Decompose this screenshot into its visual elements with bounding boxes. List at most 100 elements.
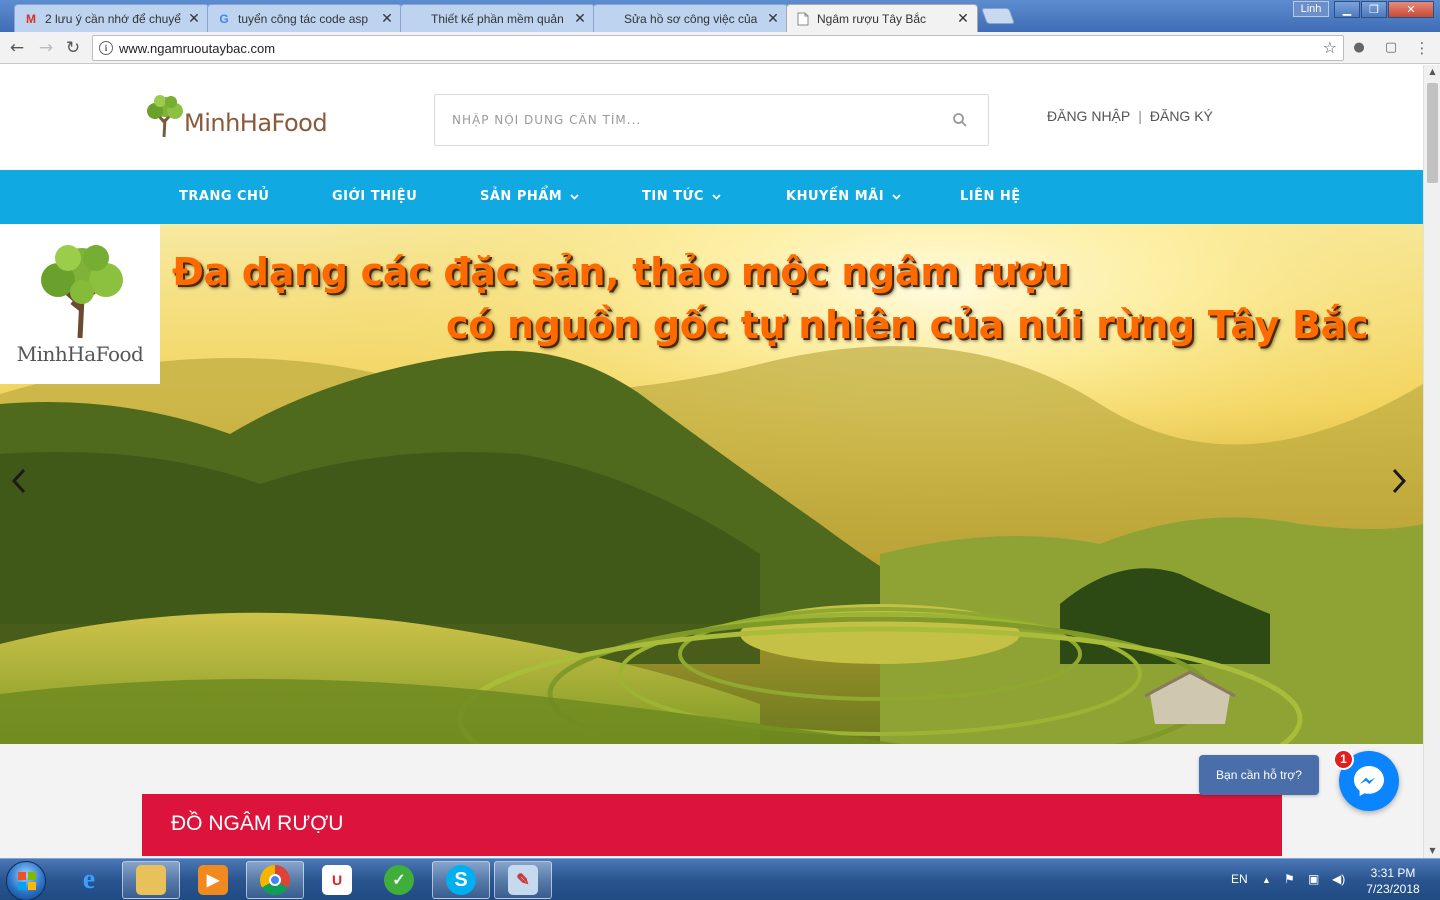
taskbar-paint[interactable]: ✎ bbox=[494, 861, 552, 899]
close-tab-icon[interactable]: ✕ bbox=[186, 10, 202, 27]
volume-icon[interactable]: ◀) bbox=[1332, 872, 1345, 886]
site-logo[interactable]: MinhHaFood bbox=[144, 93, 328, 139]
page-viewport: MinhHaFood ĐĂNG NHẬP | ĐĂNG KÝ TRANG CHỦ… bbox=[0, 65, 1423, 858]
language-indicator[interactable]: EN bbox=[1231, 872, 1248, 886]
internet-explorer-icon: e bbox=[82, 864, 96, 895]
nav-item-about[interactable]: GIỚI THIỆU bbox=[332, 170, 417, 224]
extension-icon[interactable]: ▢ bbox=[1382, 39, 1400, 57]
rice-terrace-landscape-image bbox=[0, 224, 1423, 744]
tree-logo-icon bbox=[147, 95, 183, 138]
messenger-icon bbox=[1354, 766, 1384, 796]
network-icon[interactable]: ▣ bbox=[1308, 872, 1319, 886]
tab-title: Thiết kế phần mềm quản bbox=[431, 11, 564, 26]
forward-icon[interactable]: → bbox=[35, 37, 57, 59]
gmail-icon: M bbox=[26, 11, 36, 26]
google-icon: G bbox=[219, 11, 229, 26]
taskbar-chrome[interactable] bbox=[246, 861, 304, 899]
profile-button[interactable]: Linh bbox=[1293, 1, 1329, 17]
page-scrollbar[interactable]: ▲ ▼ bbox=[1423, 65, 1440, 858]
start-button[interactable] bbox=[6, 861, 46, 900]
close-tab-icon[interactable]: ✕ bbox=[379, 10, 395, 27]
system-clock[interactable]: 3:31 PM 7/23/2018 bbox=[1358, 865, 1428, 897]
slider-prev-arrow-icon[interactable] bbox=[4, 464, 34, 498]
action-center-icon[interactable]: ⚑ bbox=[1284, 872, 1295, 886]
paint-icon: ✎ bbox=[508, 865, 538, 895]
logo-text: MinhHaFood bbox=[184, 109, 328, 137]
support-chat-button[interactable]: Bạn cần hỗ trợ? bbox=[1199, 755, 1319, 795]
browser-toolbar: ← → ↻ i www.ngamruoutaybac.com ☆ ● ▢ ⋮ bbox=[0, 32, 1440, 64]
close-tab-icon[interactable]: ✕ bbox=[572, 10, 588, 27]
browser-tab[interactable]: Sửa hồ sơ công việc của ✕ bbox=[593, 4, 788, 32]
scroll-down-icon[interactable]: ▼ bbox=[1424, 844, 1440, 858]
page-icon bbox=[795, 11, 811, 27]
info-icon[interactable]: i bbox=[99, 41, 113, 55]
badge-logo-text: MinhHaFood bbox=[16, 342, 144, 366]
reload-icon[interactable]: ↻ bbox=[62, 37, 84, 59]
minimize-button[interactable]: ▁ bbox=[1334, 1, 1360, 18]
nav-label: TIN TỨC bbox=[642, 189, 704, 204]
folder-icon bbox=[136, 865, 166, 895]
register-link[interactable]: ĐĂNG KÝ bbox=[1150, 108, 1213, 124]
browser-tab-strip: M 2 lưu ý cần nhớ để chuyể ✕ G tuyển côn… bbox=[0, 0, 1440, 32]
nav-item-contact[interactable]: LIÊN HỆ bbox=[960, 170, 1021, 224]
taskbar-app[interactable]: ✓ bbox=[370, 861, 428, 899]
scrollbar-thumb[interactable] bbox=[1427, 83, 1438, 183]
browser-tab[interactable]: Thiết kế phần mềm quản ✕ bbox=[400, 4, 595, 32]
tab-title: Ngâm rượu Tây Bắc bbox=[817, 11, 927, 26]
upwork-icon bbox=[602, 11, 618, 27]
green-app-icon: ✓ bbox=[384, 865, 414, 895]
new-tab-button[interactable] bbox=[981, 8, 1015, 24]
close-tab-icon[interactable]: ✕ bbox=[765, 10, 781, 27]
slider-next-arrow-icon[interactable] bbox=[1384, 464, 1414, 498]
browser-tab[interactable]: G tuyển công tác code asp ✕ bbox=[207, 4, 402, 32]
main-navigation: TRANG CHỦ GIỚI THIỆU SẢN PHẨM TIN TỨC KH… bbox=[0, 170, 1423, 224]
scroll-up-icon[interactable]: ▲ bbox=[1424, 65, 1440, 79]
address-url[interactable]: www.ngamruoutaybac.com bbox=[119, 41, 275, 56]
tray-expand-icon[interactable]: ▲ bbox=[1262, 875, 1271, 885]
bookmark-star-icon[interactable]: ☆ bbox=[1323, 38, 1337, 57]
search-input[interactable] bbox=[436, 96, 936, 144]
taskbar-skype[interactable]: S bbox=[432, 861, 490, 899]
browser-tab[interactable]: M 2 lưu ý cần nhớ để chuyể ✕ bbox=[14, 4, 209, 32]
unikey-icon: U bbox=[322, 865, 352, 895]
nav-label: LIÊN HỆ bbox=[960, 189, 1021, 204]
windows-logo-icon bbox=[18, 872, 36, 890]
tree-logo-icon bbox=[41, 245, 123, 339]
taskbar-internet-explorer[interactable]: e bbox=[60, 861, 118, 899]
tab-title: 2 lưu ý cần nhớ để chuyể bbox=[45, 11, 181, 26]
banner-headline-line1: Đa dạng các đặc sản, thảo mộc ngâm rượu bbox=[172, 250, 1071, 294]
taskbar-file-explorer[interactable] bbox=[122, 861, 180, 899]
media-player-icon: ▶ bbox=[198, 865, 228, 895]
tab-title: tuyển công tác code asp bbox=[238, 11, 369, 26]
menu-icon[interactable]: ⋮ bbox=[1413, 39, 1431, 57]
nav-item-products[interactable]: SẢN PHẨM bbox=[480, 170, 579, 224]
nav-item-promotions[interactable]: KHUYẾN MÃI bbox=[786, 170, 901, 224]
search-icon[interactable] bbox=[952, 112, 968, 128]
site-header: MinhHaFood ĐĂNG NHẬP | ĐĂNG KÝ bbox=[0, 65, 1423, 170]
back-icon[interactable]: ← bbox=[6, 37, 28, 59]
taskbar-media-player[interactable]: ▶ bbox=[184, 861, 242, 899]
tab-title: Sửa hồ sơ công việc của bbox=[624, 11, 758, 26]
nav-label: SẢN PHẨM bbox=[480, 189, 563, 204]
browser-tab-active[interactable]: Ngâm rượu Tây Bắc ✕ bbox=[786, 4, 978, 32]
search-box bbox=[434, 94, 989, 146]
extension-icon[interactable]: ● bbox=[1350, 39, 1368, 57]
banner-headline-line2: có nguồn gốc tự nhiên của núi rừng Tây B… bbox=[446, 303, 1369, 347]
notification-badge: 1 bbox=[1333, 749, 1354, 770]
windows-taskbar: e ▶ U ✓ S ✎ EN ▲ ⚑ ▣ ◀) 3:31 PM 7/23/201… bbox=[0, 858, 1440, 900]
address-bar[interactable]: i www.ngamruoutaybac.com ☆ bbox=[92, 35, 1344, 61]
hero-banner: MinhHaFood Đa dạng các đặc sản, thảo mộc… bbox=[0, 224, 1423, 744]
taskbar-unikey[interactable]: U bbox=[308, 861, 366, 899]
close-tab-icon[interactable]: ✕ bbox=[955, 10, 971, 27]
chevron-down-icon bbox=[570, 194, 579, 200]
nav-label: TRANG CHỦ bbox=[179, 189, 270, 204]
section-header: ĐỒ NGÂM RƯỢU bbox=[142, 794, 1282, 856]
nav-item-news[interactable]: TIN TỨC bbox=[642, 170, 721, 224]
maximize-button[interactable]: ❐ bbox=[1361, 1, 1387, 18]
login-link[interactable]: ĐĂNG NHẬP bbox=[1047, 108, 1130, 124]
chevron-down-icon bbox=[712, 194, 721, 200]
close-window-button[interactable]: ✕ bbox=[1388, 1, 1434, 18]
nav-item-home[interactable]: TRANG CHỦ bbox=[179, 170, 270, 224]
chrome-icon bbox=[260, 865, 290, 895]
auth-links: ĐĂNG NHẬP | ĐĂNG KÝ bbox=[1047, 108, 1213, 124]
